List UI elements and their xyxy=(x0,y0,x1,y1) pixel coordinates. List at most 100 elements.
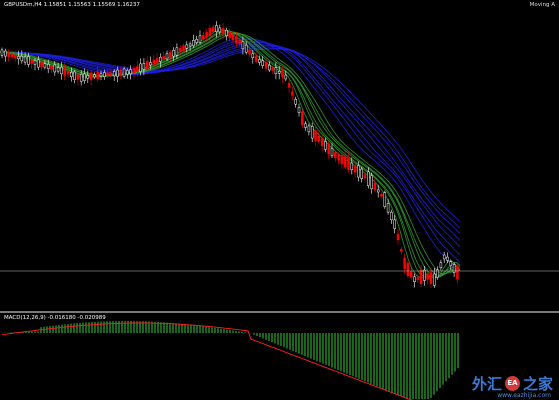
candle-body xyxy=(172,49,175,57)
candle-body xyxy=(162,56,165,60)
candle-body xyxy=(155,58,159,64)
candle-body xyxy=(109,72,113,76)
candle-body xyxy=(103,72,106,77)
candle-body xyxy=(215,25,218,33)
candle-body xyxy=(70,72,73,77)
watermark: 外汇 EA 之家 xyxy=(472,372,553,394)
candle-body xyxy=(433,273,436,286)
candle-body xyxy=(393,219,396,229)
macd-signal-line xyxy=(1,322,413,400)
candle-body xyxy=(439,262,443,269)
candle-body xyxy=(56,67,60,72)
candle-body xyxy=(221,28,225,35)
candle-body xyxy=(178,48,182,52)
candle-body xyxy=(73,71,76,80)
candle-body xyxy=(406,262,410,276)
candle-body xyxy=(400,248,403,252)
candle-body xyxy=(360,168,363,179)
candle-body xyxy=(294,99,297,105)
candle-body xyxy=(122,68,126,77)
watermark-text-2: 之家 xyxy=(522,374,553,393)
candle-body xyxy=(76,74,80,80)
candle-body xyxy=(192,40,195,46)
candle-body xyxy=(116,69,119,77)
candle-body xyxy=(248,49,251,55)
candle-body xyxy=(96,71,99,80)
candle-body xyxy=(347,157,350,171)
candle-body xyxy=(363,174,367,179)
candle-body xyxy=(284,74,288,80)
chart-window[interactable]: GBPUSDm,H4 1.15851 1.15563 1.15569 1.162… xyxy=(0,0,559,400)
candle-body xyxy=(126,70,129,75)
candle-body xyxy=(238,39,241,45)
candle-body xyxy=(334,152,337,159)
candle-body xyxy=(307,125,311,133)
candle-body xyxy=(254,55,258,62)
candle-body xyxy=(386,203,390,213)
candle-body xyxy=(182,45,185,52)
candle-body xyxy=(301,111,304,126)
candle-body xyxy=(287,82,291,88)
candle-body xyxy=(188,43,192,47)
candle-body xyxy=(129,69,132,75)
candle-body xyxy=(264,62,268,69)
candle-body xyxy=(271,67,274,71)
candle-body xyxy=(205,31,208,38)
candle-body xyxy=(142,63,146,70)
candle-body xyxy=(132,67,136,73)
candle-body xyxy=(7,52,10,58)
price-chart[interactable] xyxy=(0,0,559,312)
candle-body xyxy=(13,54,17,59)
candle-body xyxy=(353,165,357,173)
candle-body xyxy=(413,276,416,282)
watermark-text-1: 外汇 xyxy=(471,374,502,393)
candle-body xyxy=(86,75,90,79)
candle-body xyxy=(403,257,406,270)
candle-body xyxy=(10,54,14,58)
candle-body xyxy=(83,73,86,81)
candle-body xyxy=(274,67,278,75)
candle-body xyxy=(46,63,50,69)
candle-body xyxy=(314,130,317,141)
candle-body xyxy=(244,44,248,53)
candle-body xyxy=(17,56,20,59)
candle-body xyxy=(23,56,27,63)
candle-body xyxy=(37,59,40,68)
watermark-logo: EA xyxy=(504,375,520,391)
candle-body xyxy=(185,44,189,49)
candle-body xyxy=(383,192,387,207)
candle-body xyxy=(43,63,47,68)
candle-body xyxy=(218,27,222,33)
candle-body xyxy=(149,62,152,66)
candle-body xyxy=(370,175,373,190)
candle-body xyxy=(327,143,330,155)
candle-body xyxy=(165,53,169,60)
candle-body xyxy=(79,73,83,82)
candle-body xyxy=(429,272,433,284)
candle-body xyxy=(106,72,109,76)
candle-body xyxy=(446,256,449,261)
candle-body xyxy=(337,154,340,161)
candle-body xyxy=(367,171,370,186)
candle-body xyxy=(225,29,228,36)
candle-body xyxy=(175,47,179,56)
candle-body xyxy=(66,71,70,75)
candle-body xyxy=(350,162,354,170)
candle-body xyxy=(268,64,271,71)
candle-body xyxy=(396,233,400,241)
candle-body xyxy=(99,73,103,77)
candle-body xyxy=(343,156,347,168)
slow-ma-line-6 xyxy=(0,47,461,229)
candle-body xyxy=(357,165,360,178)
candle-body xyxy=(159,56,162,62)
candle-body xyxy=(0,49,4,56)
candle-body xyxy=(449,261,453,266)
candle-body xyxy=(340,155,344,165)
candle-body xyxy=(330,148,334,156)
candle-body xyxy=(139,63,142,72)
candle-body xyxy=(20,55,24,62)
candle-body xyxy=(145,60,149,70)
candle-body xyxy=(112,71,116,77)
macd-info: MACD(12,26,9) -0.016180 -0.020989 xyxy=(4,315,106,321)
candle-body xyxy=(211,26,215,32)
